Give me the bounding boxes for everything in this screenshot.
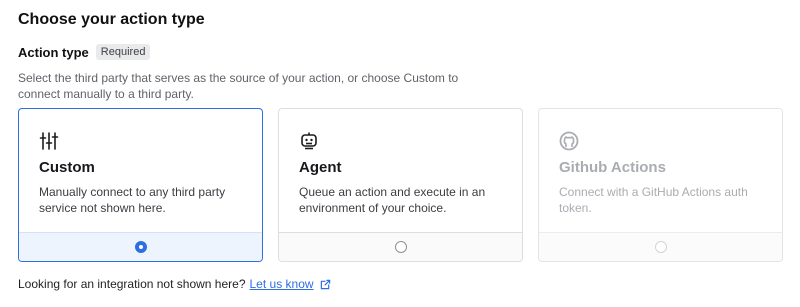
github-icon — [559, 131, 579, 151]
card-footer — [539, 232, 782, 261]
card-body: Connect with a GitHub Actions auth token… — [559, 185, 748, 215]
robot-icon — [299, 131, 319, 151]
card-title: Custom — [39, 159, 95, 176]
footer-text: Looking for an integration not shown her… — [18, 277, 246, 291]
card-agent[interactable]: Agent Queue an action and execute in an … — [278, 108, 523, 262]
card-custom[interactable]: Custom Manually connect to any third par… — [18, 108, 263, 262]
card-body: Queue an action and execute in an enviro… — [299, 185, 486, 215]
sliders-icon — [39, 131, 59, 151]
field-description: Select the third party that serves as th… — [18, 71, 459, 101]
card-body: Manually connect to any third party serv… — [39, 185, 226, 215]
radio-agent[interactable] — [394, 241, 407, 253]
field-label-row: Action type Required — [18, 44, 151, 60]
integration-footer: Looking for an integration not shown her… — [18, 277, 331, 291]
card-title: Github Actions — [559, 159, 666, 176]
radio-custom[interactable] — [134, 241, 147, 253]
external-link-icon[interactable] — [320, 279, 331, 290]
page-title: Choose your action type — [18, 11, 205, 28]
required-badge: Required — [95, 44, 151, 60]
action-type-label: Action type — [18, 44, 89, 60]
let-us-know-link[interactable]: Let us know — [250, 277, 314, 291]
card-github-actions: Github Actions Connect with a GitHub Act… — [538, 108, 783, 262]
radio-github-actions — [654, 241, 667, 253]
card-footer[interactable] — [279, 232, 522, 261]
card-footer[interactable] — [19, 232, 262, 261]
card-title: Agent — [299, 159, 342, 176]
